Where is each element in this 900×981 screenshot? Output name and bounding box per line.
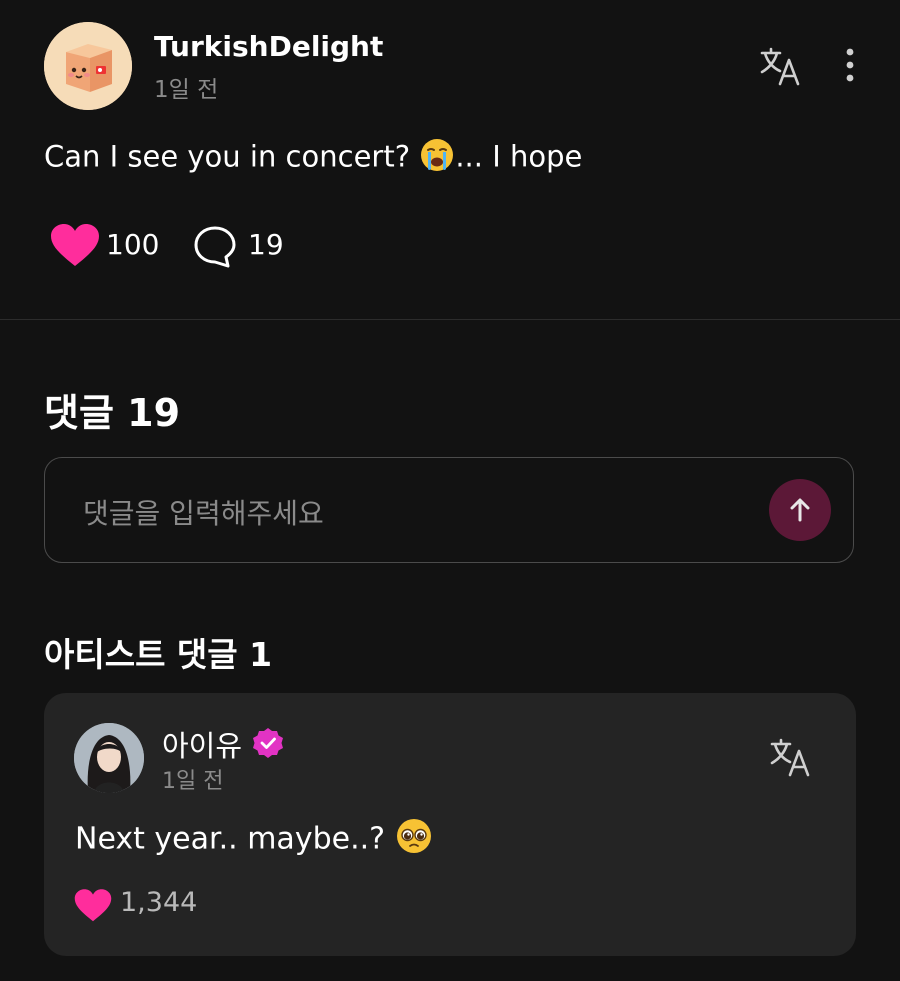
arrow-up-icon	[790, 498, 810, 522]
pleading-face-emoji-icon	[395, 817, 433, 863]
artist-photo-image	[74, 723, 144, 793]
comment-input[interactable]	[81, 492, 725, 534]
like-count: 100	[106, 228, 160, 261]
comment-count: 19	[248, 228, 284, 261]
artist-comment-text: Next year.. maybe..?	[75, 817, 433, 863]
post-author-avatar[interactable]	[44, 22, 132, 110]
post-text-part1: Can I see you in concert?	[44, 139, 411, 174]
comments-heading: 댓글 19	[44, 391, 181, 435]
translate-icon[interactable]	[758, 44, 804, 90]
comment-input-box[interactable]	[44, 457, 854, 563]
divider	[0, 319, 900, 320]
artist-comments-heading: 아티스트 댓글 1	[44, 635, 273, 674]
post-author-name[interactable]: TurkishDelight	[154, 30, 383, 63]
artist-comment-card[interactable]: 아이유 1일 전 Next year.. maybe..? 1,344	[44, 693, 856, 956]
artist-comment-time: 1일 전	[162, 769, 224, 794]
more-options-icon[interactable]	[834, 44, 866, 88]
artist-like-count: 1,344	[120, 887, 198, 918]
tofu-avatar-image	[44, 22, 132, 110]
crying-face-emoji-icon	[419, 137, 455, 180]
artist-name[interactable]: 아이유	[162, 723, 242, 765]
post-text: Can I see you in concert? ... I hope	[44, 137, 582, 180]
post-time: 1일 전	[154, 77, 219, 103]
heart-icon[interactable]	[50, 224, 100, 268]
artist-avatar[interactable]	[74, 723, 144, 793]
comment-bubble-icon[interactable]	[192, 224, 238, 270]
post-text-part2: ... I hope	[455, 139, 583, 174]
verified-badge-icon	[252, 727, 284, 759]
send-button[interactable]	[769, 479, 831, 541]
heart-icon[interactable]	[74, 889, 112, 923]
artist-comment-text-content: Next year.. maybe..?	[75, 821, 386, 857]
translate-icon[interactable]	[768, 735, 814, 781]
